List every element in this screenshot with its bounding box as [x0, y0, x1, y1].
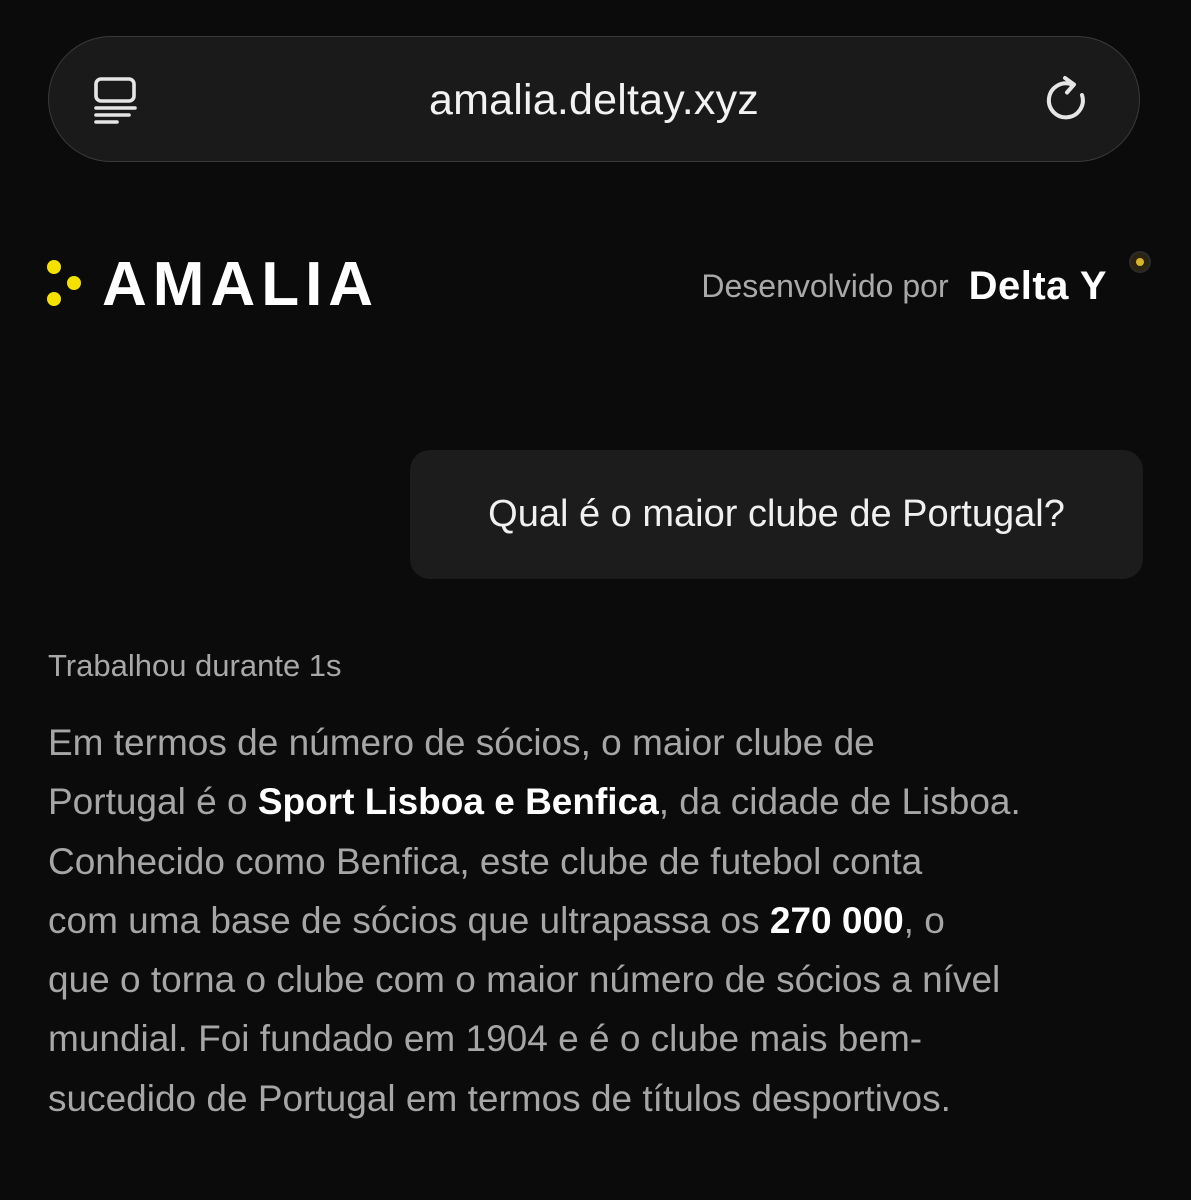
reload-icon[interactable] — [1043, 75, 1093, 125]
answer-line: Portugal é o Sport Lisboa e Benfica, da … — [48, 772, 1148, 831]
answer-text: mundial. Foi fundado em 1904 e é o clube… — [48, 1018, 923, 1060]
answer-text: Conhecido como Benfica, este clube de fu… — [48, 840, 923, 882]
answer-line: Em termos de número de sócios, o maior c… — [48, 713, 1148, 772]
answer-line: com uma base de sócios que ultrapassa os… — [48, 891, 1148, 950]
answer-line: mundial. Foi fundado em 1904 e é o clube… — [48, 1009, 1148, 1068]
three-dots-logo-icon — [47, 260, 81, 306]
url-text[interactable]: amalia.deltay.xyz — [49, 37, 1139, 163]
answer-text: , da cidade de Lisboa. — [658, 781, 1021, 823]
developed-by-label: Desenvolvido por — [701, 267, 949, 304]
answer-line: sucedido de Portugal em termos de título… — [48, 1069, 1148, 1128]
answer-line: Conhecido como Benfica, este clube de fu… — [48, 832, 1148, 891]
status-indicator-icon — [1131, 253, 1149, 271]
answer-text: sucedido de Portugal em termos de título… — [48, 1077, 951, 1119]
assistant-answer: Em termos de número de sócios, o maior c… — [48, 713, 1148, 1128]
developer-brand[interactable]: Delta Y — [969, 264, 1107, 309]
work-time-label[interactable]: Trabalhou durante 1s — [48, 648, 342, 684]
answer-highlight: 270 000 — [769, 899, 904, 941]
answer-line: que o torna o clube com o maior número d… — [48, 950, 1148, 1009]
answer-text: Portugal é o — [48, 781, 258, 823]
answer-text: Em termos de número de sócios, o maior c… — [48, 722, 875, 763]
answer-text: com uma base de sócios que ultrapassa os — [48, 899, 770, 941]
user-message-text: Qual é o maior clube de Portugal? — [488, 493, 1065, 535]
answer-text: que o torna o clube com o maior número d… — [48, 959, 1001, 1001]
address-bar[interactable]: amalia.deltay.xyz — [48, 36, 1140, 162]
developed-by[interactable]: Desenvolvido por Delta Y — [701, 258, 1107, 314]
answer-text: , o — [903, 899, 945, 941]
answer-highlight: Sport Lisboa e Benfica — [257, 781, 659, 823]
user-message-bubble: Qual é o maior clube de Portugal? — [410, 450, 1143, 579]
brand-name: AMALIA — [102, 250, 380, 319]
